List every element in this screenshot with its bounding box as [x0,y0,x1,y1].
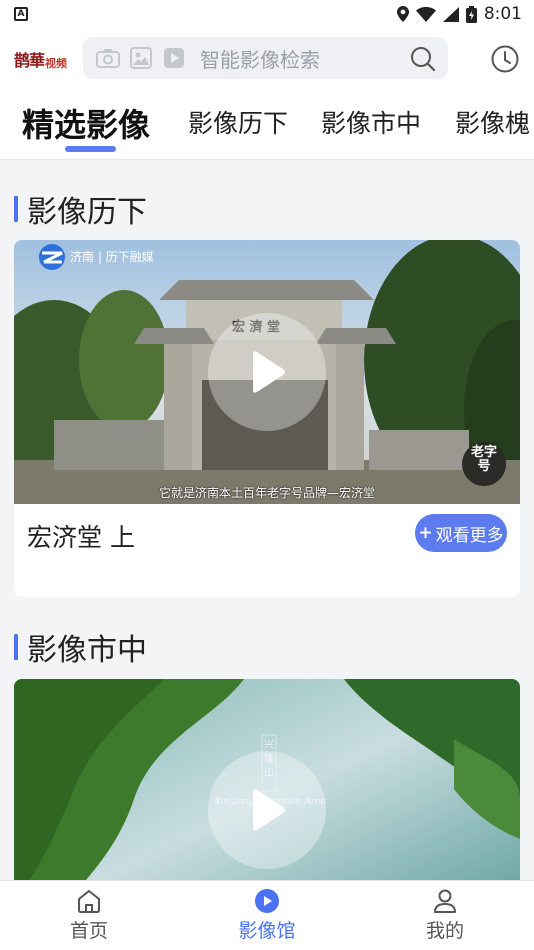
tab-indicator [65,146,116,152]
app-logo: 鹊華 视频 [0,47,72,71]
video-caption: 它就是济南本土百年老字号品牌—宏济堂 [158,486,375,500]
view-more-label: 观看更多 [435,525,504,546]
section-title: 影像市中 [14,625,147,669]
section-title-text: 影像历下 [27,195,147,230]
status-time: 8:01 [483,4,522,24]
play-icon [253,351,285,393]
view-more-button[interactable]: + 观看更多 [415,514,507,552]
card-title[interactable]: 宏济堂 上 [27,518,135,554]
nav-home[interactable]: 首页 [0,881,178,950]
image-icon[interactable] [128,45,154,71]
history-icon[interactable] [490,44,520,74]
wifi-icon [415,6,436,22]
tab-featured[interactable]: 精选影像 [22,100,150,146]
video-card[interactable]: 兴隆山 Xinglong Mountain Area [14,679,520,880]
section-title: 影像历下 [14,187,147,231]
section-marker [14,634,18,660]
search-icon[interactable] [410,46,436,72]
nav-profile-label: 我的 [425,920,464,942]
nav-gallery[interactable]: 影像馆 [178,881,356,950]
category-tabs: 精选影像 影像历下 影像市中 影像槐 [0,90,534,160]
notification-icon: A [14,7,28,21]
nav-home-label: 首页 [69,920,108,942]
section-title-text: 影像市中 [27,633,147,668]
play-button[interactable] [208,751,326,869]
search-bar[interactable]: 智能影像检索 [83,37,448,79]
logo-subtext: 视频 [45,57,68,70]
status-bar: A 8:01 [0,0,534,28]
tab-huaiyin[interactable]: 影像槐 [455,104,530,140]
tab-shizhong[interactable]: 影像市中 [321,104,421,140]
video-thumbnail[interactable]: 济南 | 历下融媒 宏 濟 堂 老字号 它就是济南本土百年老字号品牌—宏济堂 [14,240,520,504]
top-bar: 鹊華 视频 智能影像检索 [0,28,534,90]
battery-icon [465,5,477,23]
nav-profile[interactable]: 我的 [356,881,534,950]
user-icon [434,889,456,913]
bottom-nav: 首页 影像馆 我的 [0,880,534,950]
plus-icon: + [418,523,433,543]
play-circle-icon [255,889,279,913]
play-button[interactable] [208,313,326,431]
video-thumbnail[interactable]: 兴隆山 Xinglong Mountain Area [14,679,520,880]
video-watermark: 济南 | 历下融媒 [70,250,154,264]
main-content[interactable]: 影像历下 济南 | 历下融媒 宏 濟 堂 老字号 它就是济南本土百年老字号品牌—… [0,161,534,880]
video-card[interactable]: 济南 | 历下融媒 宏 濟 堂 老字号 它就是济南本土百年老字号品牌—宏济堂 宏… [14,240,520,597]
play-icon [253,789,285,831]
location-icon [396,6,409,22]
section-marker [14,196,18,222]
search-placeholder[interactable]: 智能影像检索 [200,44,320,73]
home-icon [78,890,100,913]
nav-gallery-label: 影像馆 [238,920,296,942]
signal-icon [442,6,459,22]
camera-icon[interactable] [95,45,121,71]
video-icon[interactable] [161,45,187,71]
tab-lixia[interactable]: 影像历下 [188,104,288,140]
corner-logo: 老字号 [470,445,497,474]
logo-text: 鹊華 [14,51,45,70]
